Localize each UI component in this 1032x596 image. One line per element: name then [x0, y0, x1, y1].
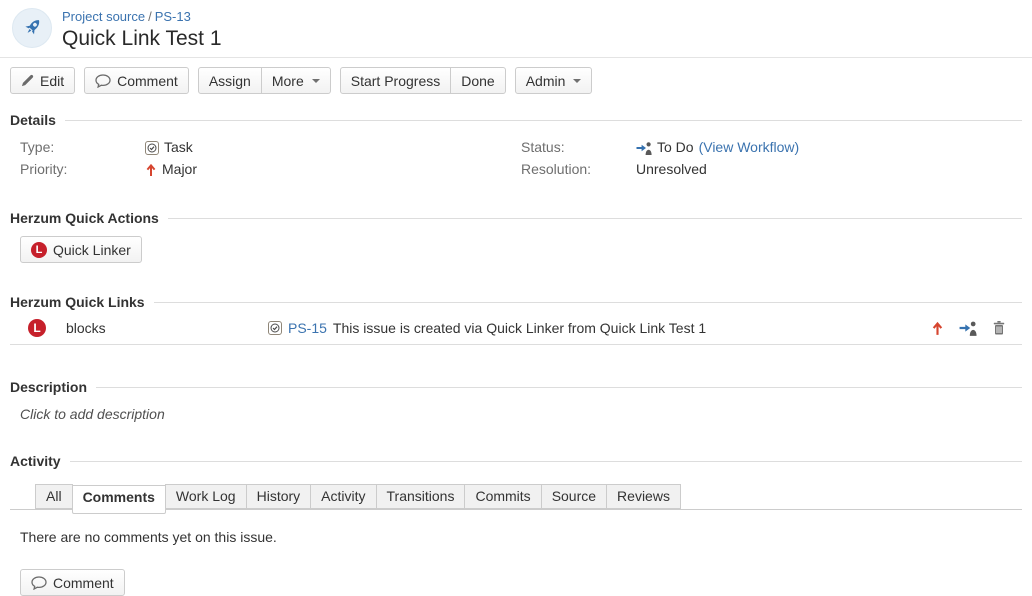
issue-toolbar: Edit Comment Assign More Start Progress …	[0, 58, 1032, 104]
status-field: Status: To Do (View Workflow)	[521, 137, 1022, 158]
quick-linker-label: Quick Linker	[53, 242, 131, 258]
resolution-field: Resolution: Unresolved	[521, 159, 1022, 180]
tab-commits[interactable]: Commits	[464, 484, 541, 509]
activity-tabs: All Comments Work Log History Activity T…	[10, 482, 1022, 510]
tab-comments[interactable]: Comments	[72, 485, 166, 514]
breadcrumb-separator: /	[148, 9, 152, 24]
quick-actions-module: Herzum Quick Actions L Quick Linker	[10, 210, 1022, 263]
details-module: Details Type: Task Priority: M	[10, 112, 1022, 181]
type-value: Task	[164, 137, 193, 158]
quick-linker-icon: L	[28, 319, 46, 337]
section-rule	[65, 120, 1022, 121]
edit-button[interactable]: Edit	[10, 67, 75, 94]
section-rule	[154, 302, 1022, 303]
tab-all[interactable]: All	[35, 484, 73, 509]
comment-bubble-icon	[95, 74, 111, 88]
quick-actions-section-title: Herzum Quick Actions	[10, 210, 159, 226]
chevron-down-icon	[573, 79, 581, 83]
description-placeholder[interactable]: Click to add description	[10, 395, 1022, 422]
delete-link-icon[interactable]	[992, 320, 1006, 336]
status-todo-icon	[636, 141, 652, 155]
chevron-down-icon	[312, 79, 320, 83]
breadcrumb-issue-link[interactable]: PS-13	[155, 9, 191, 24]
linked-issue-summary: This issue is created via Quick Linker f…	[333, 320, 706, 336]
start-progress-label: Start Progress	[351, 73, 440, 89]
description-section-title: Description	[10, 379, 87, 395]
type-label: Type:	[20, 137, 145, 158]
done-button[interactable]: Done	[450, 67, 505, 94]
issue-header: Project source/PS-13 Quick Link Test 1	[0, 0, 1032, 58]
breadcrumb: Project source/PS-13	[62, 9, 222, 25]
resolution-label: Resolution:	[521, 159, 636, 180]
comment-button-label: Comment	[117, 73, 178, 89]
tab-source[interactable]: Source	[541, 484, 607, 509]
assign-button[interactable]: Assign	[198, 67, 262, 94]
priority-major-icon	[145, 163, 157, 177]
more-button-label: More	[272, 73, 304, 89]
task-type-icon	[145, 141, 159, 155]
priority-major-icon	[931, 321, 944, 336]
admin-button-label: Admin	[526, 73, 566, 89]
priority-value: Major	[162, 159, 197, 180]
transition-group: Start Progress Done	[340, 67, 506, 94]
workflow-ops-group: Assign More	[198, 67, 331, 94]
assign-button-label: Assign	[209, 73, 251, 89]
status-label: Status:	[521, 137, 636, 158]
type-field: Type: Task	[20, 137, 521, 158]
resolution-value: Unresolved	[636, 159, 707, 180]
activity-section-title: Activity	[10, 453, 61, 469]
tab-transitions[interactable]: Transitions	[376, 484, 466, 509]
done-button-label: Done	[461, 73, 494, 89]
project-avatar	[12, 8, 52, 48]
status-todo-icon	[959, 320, 977, 336]
breadcrumb-project-link[interactable]: Project source	[62, 9, 145, 24]
priority-label: Priority:	[20, 159, 145, 180]
page-title: Quick Link Test 1	[62, 26, 222, 52]
start-progress-button[interactable]: Start Progress	[340, 67, 451, 94]
admin-button[interactable]: Admin	[515, 67, 593, 94]
quick-links-module: Herzum Quick Links L blocks PS-15 This i…	[10, 294, 1022, 345]
link-relation-label: blocks	[66, 320, 106, 336]
section-rule	[96, 387, 1022, 388]
comment-button-label: Comment	[53, 575, 114, 591]
details-section-title: Details	[10, 112, 56, 128]
pencil-icon	[21, 74, 34, 87]
tab-activity[interactable]: Activity	[310, 484, 376, 509]
status-value: To Do	[657, 137, 694, 158]
tab-reviews[interactable]: Reviews	[606, 484, 681, 509]
section-rule	[70, 461, 1022, 462]
section-rule	[168, 218, 1022, 219]
comment-button[interactable]: Comment	[84, 67, 189, 94]
tab-work-log[interactable]: Work Log	[165, 484, 247, 509]
quick-links-section-title: Herzum Quick Links	[10, 294, 145, 310]
description-module: Description Click to add description	[10, 379, 1022, 422]
view-workflow-link[interactable]: (View Workflow)	[699, 137, 800, 158]
comment-bubble-icon	[31, 576, 47, 590]
activity-module: Activity All Comments Work Log History A…	[10, 453, 1022, 596]
quick-linker-icon: L	[31, 242, 47, 258]
comment-button-bottom[interactable]: Comment	[20, 569, 125, 596]
tab-history[interactable]: History	[246, 484, 312, 509]
more-button[interactable]: More	[261, 67, 331, 94]
quick-link-row: L blocks PS-15 This issue is created via…	[10, 313, 1022, 345]
no-comments-message: There are no comments yet on this issue.	[20, 529, 1022, 545]
task-type-icon	[268, 321, 282, 335]
priority-field: Priority: Major	[20, 159, 521, 180]
rocket-icon	[20, 16, 44, 40]
edit-button-label: Edit	[40, 73, 64, 89]
quick-linker-button[interactable]: L Quick Linker	[20, 236, 142, 263]
linked-issue-key-link[interactable]: PS-15	[288, 320, 327, 336]
